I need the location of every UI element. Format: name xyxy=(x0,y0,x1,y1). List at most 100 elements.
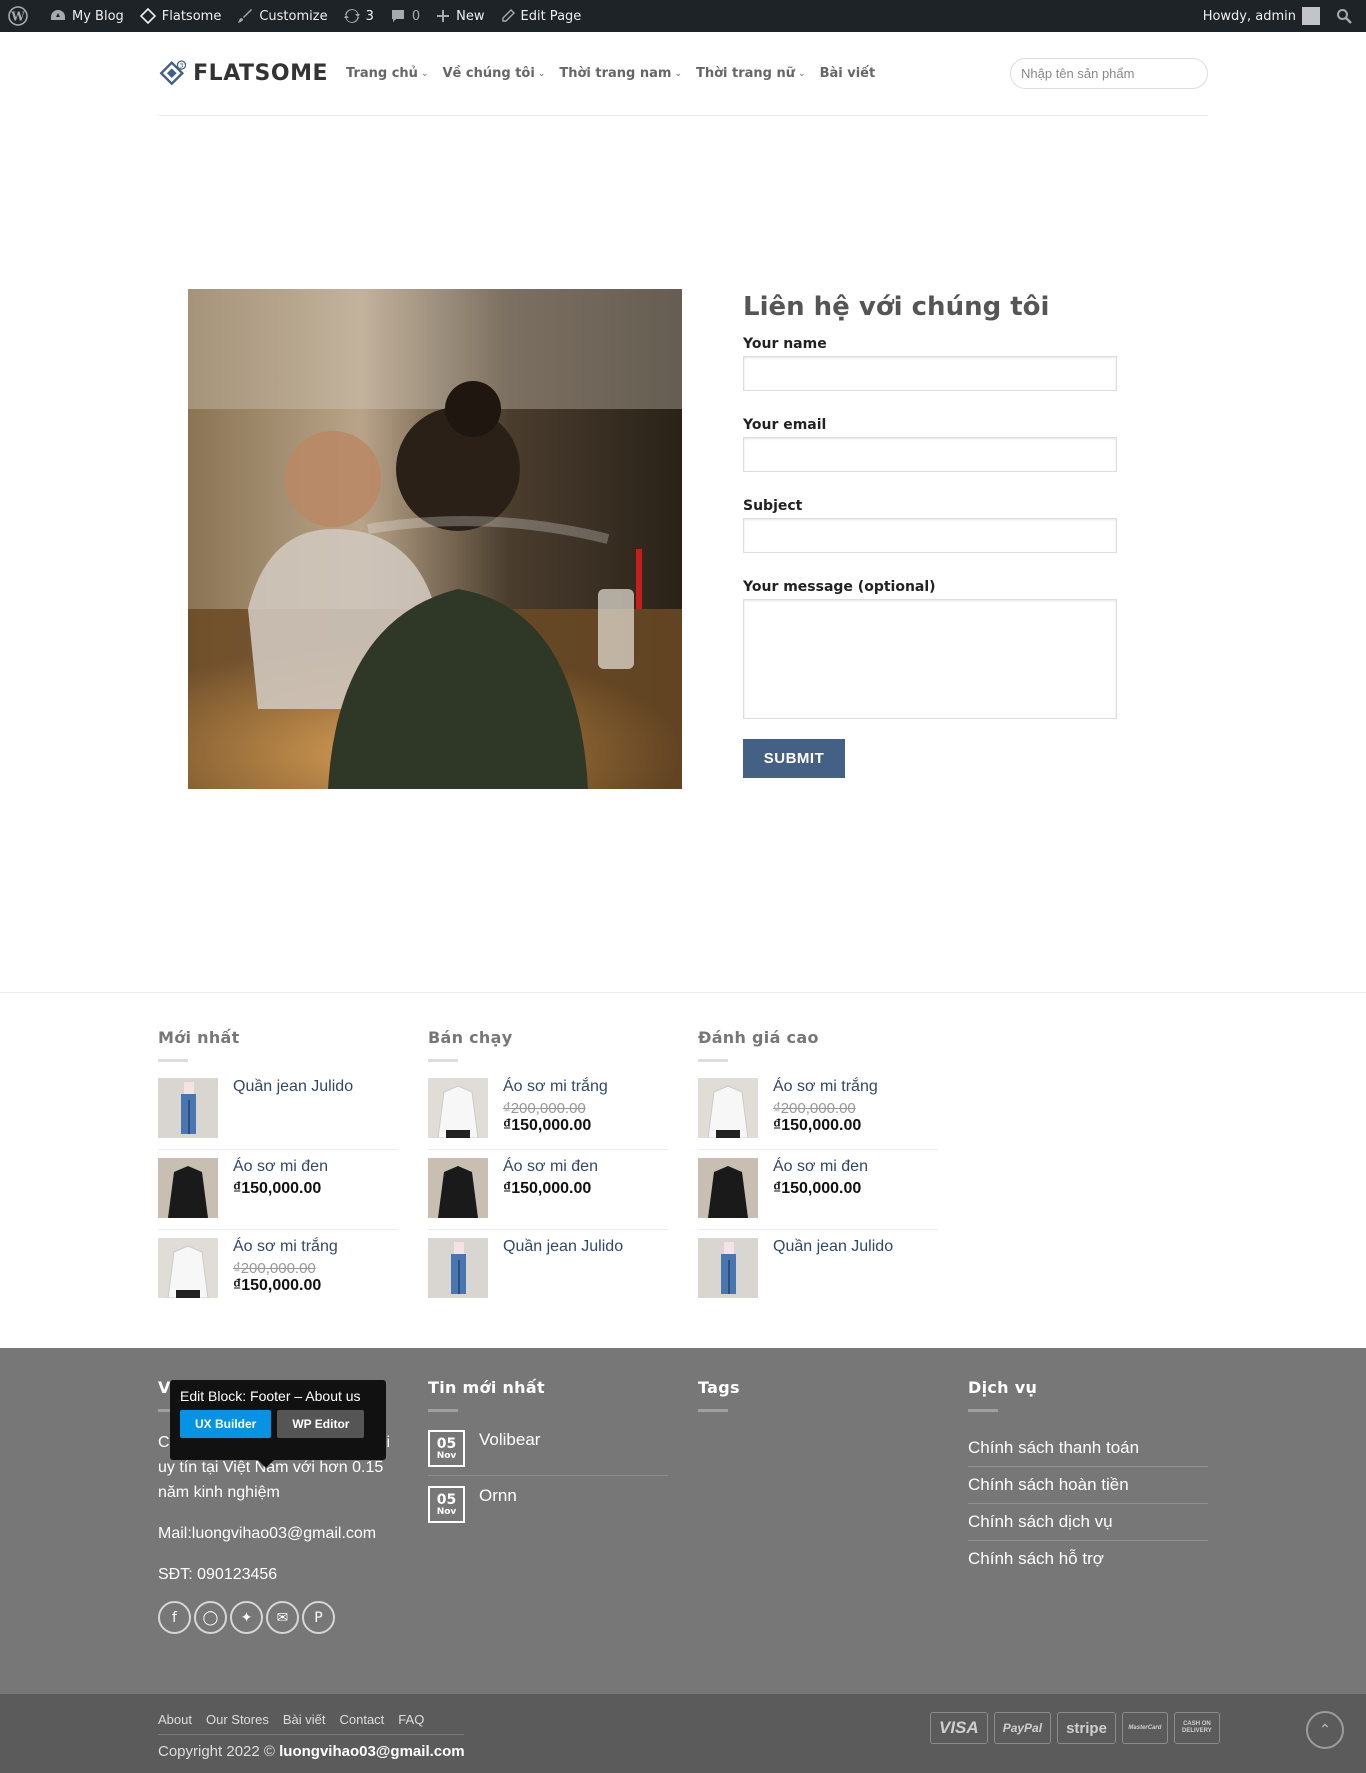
product-name[interactable]: Quần jean Julido xyxy=(503,1238,623,1256)
product-item[interactable]: Áo sơ mi đen ₫150,000.00 xyxy=(428,1158,668,1230)
about-text-end: i xyxy=(386,1434,390,1451)
back-to-top-button[interactable]: ⌃ xyxy=(1306,1711,1344,1749)
message-field[interactable] xyxy=(743,599,1117,719)
white-shirt-thumbnail[interactable] xyxy=(428,1078,488,1138)
about-mail: Mail:luongvihao03@gmail.com xyxy=(158,1525,377,1542)
admin-bar: W My Blog Flatsome Customize 3 0 New Edi… xyxy=(0,0,1366,32)
footer-link-blog[interactable]: Bài viết xyxy=(283,1712,326,1727)
site-logo[interactable]: 3 FLATSOME xyxy=(158,56,328,92)
product-name[interactable]: Quần jean Julido xyxy=(773,1238,893,1256)
site-header: 3 FLATSOME Trang chủ ⌄ Về chúng tôi ⌄ Thời… xyxy=(158,32,1208,116)
divider xyxy=(428,1409,458,1412)
product-price: ₫150,000.00 xyxy=(233,1277,322,1294)
search-input[interactable] xyxy=(1021,66,1197,81)
popup-arrow xyxy=(258,1460,274,1468)
product-old-price: ₫200,000.00 xyxy=(233,1260,316,1277)
nav-label: Thời trang nam xyxy=(559,66,672,81)
submit-button[interactable]: SUBMIT xyxy=(743,739,845,778)
product-item[interactable]: Áo sơ mi trắng ₫200,000.00 ₫150,000.00 xyxy=(698,1078,938,1150)
service-link[interactable]: Chính sách hoàn tiền xyxy=(968,1467,1208,1504)
absolute-footer: About Our Stores Bài viết Contact FAQ Co… xyxy=(0,1694,1366,1773)
product-name[interactable]: Quần jean Julido xyxy=(233,1078,353,1096)
nav-label: Bài viết xyxy=(819,66,876,81)
admin-theme-link[interactable]: Flatsome xyxy=(132,0,230,32)
service-link[interactable]: Chính sách dịch vụ xyxy=(968,1504,1208,1541)
brush-icon xyxy=(238,9,253,23)
chevron-down-icon: ⌄ xyxy=(674,68,682,79)
jeans-thumbnail[interactable] xyxy=(158,1078,218,1138)
admin-updates-link[interactable]: 3 xyxy=(336,0,382,32)
message-label: Your message (optional) xyxy=(743,579,936,595)
admin-comments-link[interactable]: 0 xyxy=(382,0,428,32)
jeans-thumbnail[interactable] xyxy=(428,1238,488,1298)
product-name[interactable]: Áo sơ mi đen xyxy=(503,1158,598,1176)
updates-icon xyxy=(343,9,360,23)
post-item[interactable]: 05 Nov Volibear xyxy=(428,1430,668,1476)
product-item[interactable]: Áo sơ mi trắng ₫200,000.00 ₫150,000.00 xyxy=(158,1238,398,1310)
post-item[interactable]: 05 Nov Ornn xyxy=(428,1486,668,1531)
wp-editor-button[interactable]: WP Editor xyxy=(277,1410,365,1438)
product-old-price: ₫200,000.00 xyxy=(773,1100,856,1117)
facebook-icon[interactable]: f xyxy=(158,1601,191,1634)
post-title[interactable]: Volibear xyxy=(479,1430,540,1450)
black-shirt-thumbnail[interactable] xyxy=(428,1158,488,1218)
footer-link-about[interactable]: About xyxy=(158,1712,192,1727)
admin-new-link[interactable]: New xyxy=(428,0,492,32)
email-field[interactable] xyxy=(743,437,1117,472)
product-name[interactable]: Áo sơ mi trắng xyxy=(233,1238,338,1256)
pinterest-icon[interactable]: P xyxy=(302,1601,335,1634)
black-shirt-thumbnail[interactable] xyxy=(158,1158,218,1218)
product-item[interactable]: Quần jean Julido xyxy=(158,1078,398,1150)
white-shirt-thumbnail[interactable] xyxy=(698,1078,758,1138)
product-item[interactable]: Quần jean Julido xyxy=(428,1238,668,1310)
nav-item-women[interactable]: Thời trang nữ ⌄ xyxy=(696,66,806,81)
black-shirt-thumbnail[interactable] xyxy=(698,1158,758,1218)
contact-form: Liên hệ với chúng tôi Your name Your ema… xyxy=(743,292,1123,778)
product-name[interactable]: Áo sơ mi trắng xyxy=(773,1078,878,1096)
white-shirt-thumbnail[interactable] xyxy=(158,1238,218,1298)
nav-item-about[interactable]: Về chúng tôi ⌄ xyxy=(442,66,545,81)
product-name[interactable]: Áo sơ mi đen xyxy=(773,1158,868,1176)
wordpress-logo-icon[interactable]: W xyxy=(0,0,42,32)
comments-count: 0 xyxy=(411,8,421,24)
footer-tags: Tags xyxy=(698,1378,938,1430)
admin-search-icon[interactable] xyxy=(1328,0,1366,32)
name-label: Your name xyxy=(743,336,827,352)
product-item[interactable]: Áo sơ mi đen ₫150,000.00 xyxy=(158,1158,398,1230)
logo-text: FLATSOME xyxy=(193,61,328,86)
product-item[interactable]: Áo sơ mi trắng ₫200,000.00 ₫150,000.00 xyxy=(428,1078,668,1150)
admin-account-link[interactable]: Howdy, admin xyxy=(1195,0,1328,32)
nav-item-men[interactable]: Thời trang nam ⌄ xyxy=(559,66,682,81)
admin-edit-page-link[interactable]: Edit Page xyxy=(493,0,590,32)
footer-link-contact[interactable]: Contact xyxy=(339,1712,384,1727)
name-field[interactable] xyxy=(743,356,1117,391)
service-link[interactable]: Chính sách hỗ trợ xyxy=(968,1541,1208,1577)
instagram-icon[interactable]: ◯ xyxy=(194,1601,227,1634)
service-link[interactable]: Chính sách thanh toán xyxy=(968,1430,1208,1467)
widget-title: Mới nhất xyxy=(158,1028,240,1047)
product-name[interactable]: Áo sơ mi đen xyxy=(233,1158,328,1176)
email-icon[interactable]: ✉ xyxy=(266,1601,299,1634)
admin-site-link[interactable]: My Blog xyxy=(42,0,132,32)
product-name[interactable]: Áo sơ mi trắng xyxy=(503,1078,608,1096)
edit-block-title: Edit Block: Footer – About us xyxy=(180,1388,361,1404)
paypal-icon: PayPal xyxy=(993,1712,1052,1744)
footer-services: Dịch vụ Chính sách thanh toán Chính sách… xyxy=(968,1378,1208,1577)
post-title[interactable]: Ornn xyxy=(479,1486,517,1506)
jeans-thumbnail[interactable] xyxy=(698,1238,758,1298)
stripe-icon: stripe xyxy=(1057,1712,1116,1744)
footer-link-stores[interactable]: Our Stores xyxy=(206,1712,269,1727)
product-item[interactable]: Áo sơ mi đen ₫150,000.00 xyxy=(698,1158,938,1230)
product-item[interactable]: Quần jean Julido xyxy=(698,1238,938,1310)
nav-label: Trang chủ xyxy=(346,66,418,81)
ux-builder-button[interactable]: UX Builder xyxy=(180,1410,272,1438)
subject-field[interactable] xyxy=(743,518,1117,553)
admin-customize-link[interactable]: Customize xyxy=(229,0,335,32)
footer-link-faq[interactable]: FAQ xyxy=(398,1712,424,1727)
product-price: ₫150,000.00 xyxy=(503,1180,592,1197)
nav-item-blog[interactable]: Bài viết xyxy=(820,66,876,81)
theme-name: Flatsome xyxy=(161,8,222,24)
twitter-icon[interactable]: ✦ xyxy=(230,1601,263,1634)
widget-newest: Mới nhất Quần jean Julido Áo sơ mi đen ₫… xyxy=(158,1028,398,1318)
nav-item-home[interactable]: Trang chủ ⌄ xyxy=(346,66,428,81)
